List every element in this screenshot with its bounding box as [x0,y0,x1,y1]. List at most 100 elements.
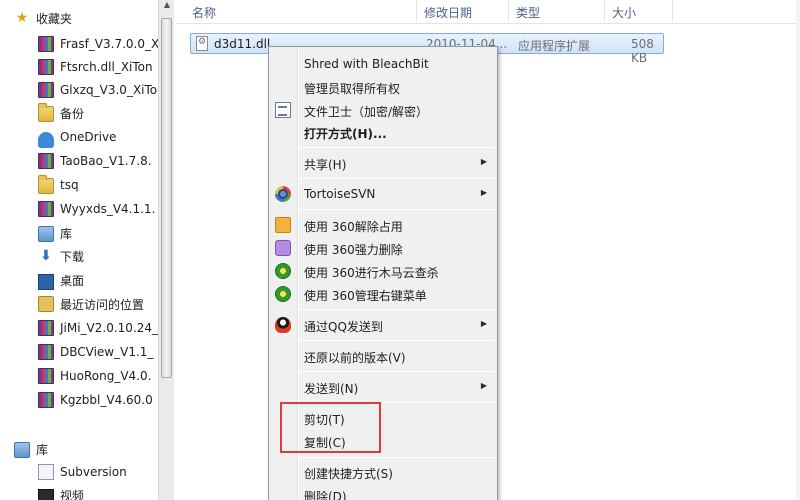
menu-item-delete[interactable]: 删除(D) [269,484,497,500]
menu-item-send-qq[interactable]: 通过QQ发送到 ▶ [269,314,497,336]
menu-item-label: 使用 360管理右键菜单 [304,289,427,303]
menu-item-label: 使用 360进行木马云查杀 [304,266,439,280]
nav-item-huorong[interactable]: HuoRong_V4.0. [38,365,158,387]
archive-icon [38,368,54,384]
menu-item-open-with[interactable]: 打开方式(H)... [269,121,497,143]
column-size[interactable]: 大小 [612,4,636,21]
menu-item-restore-previous[interactable]: 还原以前的版本(V) [269,345,497,367]
menu-separator [299,340,495,341]
nav-item-label: 视频 [60,488,85,500]
menu-item-360-manage-menu[interactable]: 使用 360管理右键菜单 [269,283,497,305]
nav-item-label: TaoBao_V1.7.8. [60,154,152,168]
scrollbar-thumb[interactable] [161,18,172,378]
nav-libraries-label: 库 [36,442,49,457]
unlock-360-icon [275,217,291,233]
nav-item-recent[interactable]: 最近访问的位置 [38,293,158,315]
menu-item-label: 通过QQ发送到 [304,320,383,334]
menu-item-label: 还原以前的版本(V) [304,351,406,365]
qq-penguin-icon [275,317,291,333]
cut-copy-highlight [280,402,381,453]
library-icon [14,442,30,458]
nav-item-label: OneDrive [60,130,117,144]
nav-item-ftsrch[interactable]: Ftsrch.dll_XiTon [38,56,158,78]
archive-icon [38,82,54,98]
nav-item-taobao[interactable]: TaoBao_V1.7.8. [38,150,158,172]
window-edge [796,0,800,500]
file-size: 508 KB [631,37,654,65]
menu-item-shred[interactable]: Shred with BleachBit [269,53,497,75]
nav-favorites-label: 收藏夹 [36,11,73,26]
nav-item-videos[interactable]: 视频 [38,484,158,500]
nav-item-wyyxds[interactable]: Wyyxds_V4.1.1. [38,198,158,220]
menu-item-share[interactable]: 共享(H) ▶ [269,152,497,174]
menu-item-create-shortcut[interactable]: 创建快捷方式(S) [269,461,497,483]
column-divider[interactable] [508,0,509,22]
download-icon: ⬇ [40,248,52,264]
nav-item-jimi[interactable]: JiMi_V2.0.10.24_ [38,317,158,339]
trojan-scan-360-icon [275,263,291,279]
nav-item-backup[interactable]: 备份 [38,102,158,124]
navigation-pane: ★ 收藏夹 Frasf_V3.7.0.0_X Ftsrch.dll_XiTon … [0,0,158,500]
column-type[interactable]: 类型 [516,4,540,21]
video-icon [38,489,54,500]
nav-item-downloads[interactable]: ⬇ 下载 [38,245,158,267]
menu-item-send-to[interactable]: 发送到(N) ▶ [269,376,497,398]
menu-item-label: 打开方式(H)... [304,127,387,141]
onedrive-icon [38,132,54,148]
nav-item-frasf[interactable]: Frasf_V3.7.0.0_X [38,33,158,55]
tortoisesvn-icon [275,186,291,202]
dll-file-icon [196,36,208,51]
file-guard-icon [275,102,291,118]
nav-scrollbar[interactable]: ▲ [158,0,174,500]
nav-item-desktop[interactable]: 桌面 [38,269,158,291]
nav-item-label: 下载 [60,249,85,264]
nav-libraries[interactable]: ◢ 库 [14,438,158,460]
column-divider[interactable] [416,0,417,22]
menu-item-label: 发送到(N) [304,382,359,396]
nav-item-glxzq[interactable]: Glxzq_V3.0_XiTo [38,79,158,101]
column-name[interactable]: 名称 [192,4,216,21]
menu-item-file-guard[interactable]: 文件卫士（加密/解密） [269,99,497,121]
archive-icon [38,344,54,360]
desktop-icon [38,274,54,290]
column-header: 名称 修改日期 类型 大小 [176,0,800,24]
force-delete-360-icon [275,240,291,256]
scroll-up-arrow-icon[interactable]: ▲ [162,0,172,14]
nav-item-label: 库 [60,226,73,241]
submenu-arrow-icon: ▶ [480,319,487,328]
menu-item-label: 创建快捷方式(S) [304,467,393,481]
archive-icon [38,153,54,169]
submenu-arrow-icon: ▶ [480,157,487,166]
menu-item-tortoisesvn[interactable]: TortoiseSVN ▶ [269,183,497,205]
nav-item-label: Kgzbbl_V4.60.0 [60,393,153,407]
menu-item-360-force-delete[interactable]: 使用 360强力删除 [269,237,497,259]
menu-item-360-unlock[interactable]: 使用 360解除占用 [269,214,497,236]
menu-item-label: Shred with BleachBit [304,57,429,71]
nav-item-label: JiMi_V2.0.10.24_ [60,321,158,335]
column-divider[interactable] [604,0,605,22]
column-divider[interactable] [672,0,673,22]
archive-icon [38,320,54,336]
manage-menu-360-icon [275,286,291,302]
archive-icon [38,36,54,52]
nav-item-library[interactable]: 库 [38,222,158,244]
nav-item-onedrive[interactable]: OneDrive [38,126,158,148]
folder-icon [38,103,54,122]
star-icon: ★ [15,10,29,26]
menu-separator [299,147,495,148]
nav-item-dbcview[interactable]: DBCView_V1.1_ [38,341,158,363]
nav-item-subversion[interactable]: Subversion [38,461,158,483]
menu-item-360-trojan-scan[interactable]: 使用 360进行木马云查杀 [269,260,497,282]
menu-item-label: 删除(D) [304,490,347,500]
menu-separator [299,371,495,372]
nav-item-tsq[interactable]: tsq [38,174,158,196]
nav-item-label: Glxzq_V3.0_XiTo [60,83,158,97]
menu-item-label: 使用 360强力删除 [304,243,403,257]
nav-item-kgzbbl[interactable]: Kgzbbl_V4.60.0 [38,389,158,411]
nav-item-label: Subversion [60,465,127,479]
nav-item-label: 桌面 [60,273,85,288]
svn-document-icon [38,464,54,480]
column-date[interactable]: 修改日期 [424,4,472,21]
nav-favorites[interactable]: ★ 收藏夹 [14,7,158,29]
menu-item-take-ownership[interactable]: 管理员取得所有权 [269,76,497,98]
